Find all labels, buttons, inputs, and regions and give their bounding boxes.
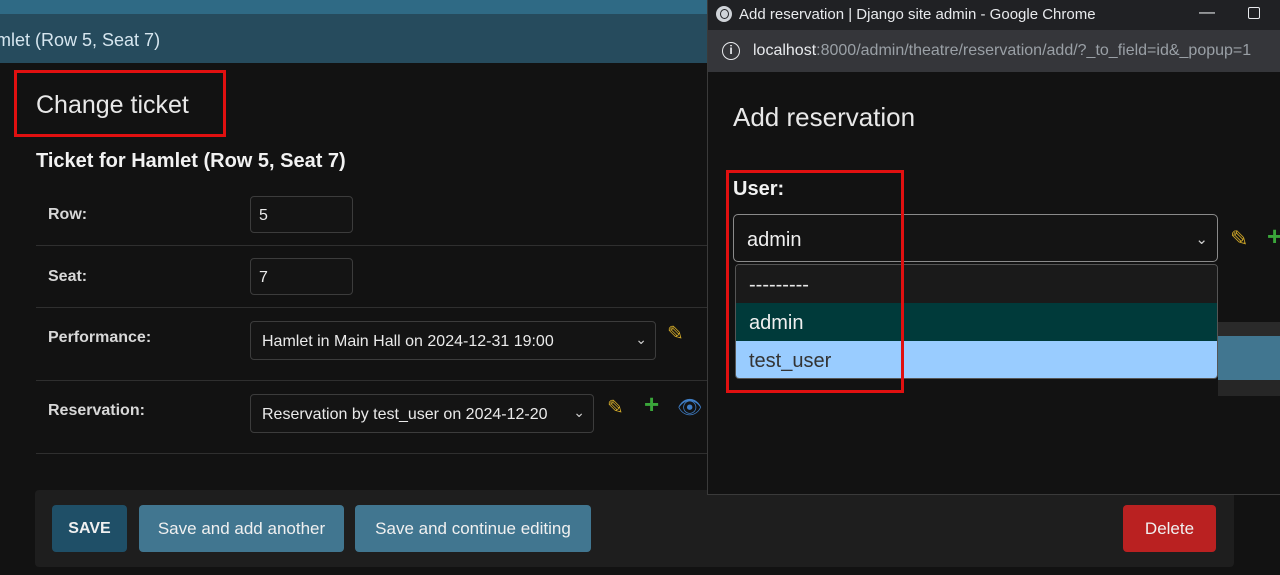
fieldset-title: Ticket for Hamlet (Row 5, Seat 7) <box>36 150 346 172</box>
submit-row: SAVE Save and add another Save and conti… <box>35 490 1234 567</box>
chevron-down-icon: ⌄ <box>1195 231 1208 248</box>
background-strip <box>1218 380 1280 396</box>
pencil-icon[interactable]: ✎ <box>667 324 684 344</box>
row-input[interactable]: 5 <box>250 196 353 233</box>
breadcrumb-text: mlet (Row 5, Seat 7) <box>0 30 161 50</box>
plus-icon[interactable]: + <box>644 391 659 417</box>
plus-icon[interactable]: + <box>1267 223 1280 249</box>
reservation-value: Reservation by test_user on 2024-12-20 <box>262 406 548 423</box>
seat-label: Seat: <box>48 268 88 285</box>
maximize-icon[interactable] <box>1248 7 1260 19</box>
performance-label: Performance: <box>48 329 152 346</box>
popup-heading: Add reservation <box>733 102 916 132</box>
performance-select[interactable]: Hamlet in Main Hall on 2024-12-31 19:00 … <box>250 321 656 360</box>
chevron-down-icon: ⌄ <box>635 331 647 347</box>
row-divider <box>36 380 708 381</box>
row-divider <box>36 245 708 246</box>
row-label: Row: <box>48 206 88 223</box>
reservation-label: Reservation: <box>48 402 145 419</box>
background-button <box>1218 336 1280 380</box>
window-title: Add reservation | Django site admin - Go… <box>739 6 1096 23</box>
reservation-select[interactable]: Reservation by test_user on 2024-12-20 ⌄ <box>250 394 594 433</box>
row-divider <box>36 307 708 308</box>
window-titlebar: Add reservation | Django site admin - Go… <box>708 0 1280 30</box>
eye-icon[interactable]: 👁 <box>677 398 702 418</box>
globe-icon <box>716 6 732 22</box>
chevron-down-icon: ⌄ <box>573 404 585 420</box>
row-divider <box>36 453 708 454</box>
minimize-icon[interactable]: — <box>1199 4 1215 22</box>
seat-input[interactable]: 7 <box>250 258 353 295</box>
save-and-add-another-button[interactable]: Save and add another <box>139 505 344 552</box>
performance-value: Hamlet in Main Hall on 2024-12-31 19:00 <box>262 333 554 350</box>
url-text[interactable]: localhost:8000/admin/theatre/reservation… <box>753 42 1251 60</box>
address-bar[interactable]: i localhost:8000/admin/theatre/reservati… <box>708 30 1280 72</box>
pencil-icon[interactable]: ✎ <box>1230 228 1248 250</box>
highlight-box-title <box>14 70 226 137</box>
save-and-continue-button[interactable]: Save and continue editing <box>355 505 591 552</box>
pencil-icon[interactable]: ✎ <box>607 398 624 418</box>
delete-button[interactable]: Delete <box>1123 505 1216 552</box>
background-strip <box>1218 322 1280 336</box>
highlight-box-user <box>726 170 904 393</box>
save-button[interactable]: SAVE <box>52 505 127 552</box>
info-icon[interactable]: i <box>722 42 740 60</box>
